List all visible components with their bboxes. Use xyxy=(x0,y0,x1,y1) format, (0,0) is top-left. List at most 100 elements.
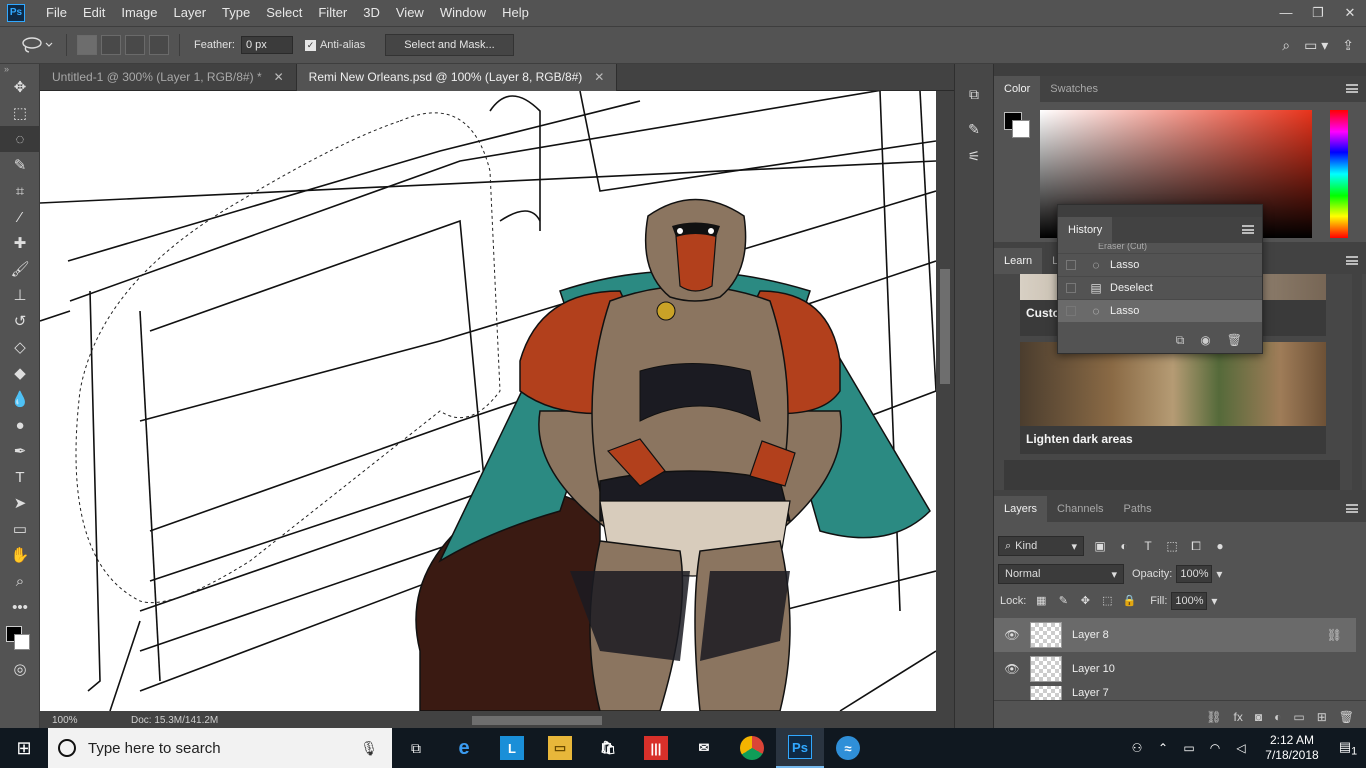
type-tool-icon[interactable]: T xyxy=(0,464,40,490)
type-filter-icon[interactable]: T xyxy=(1140,538,1156,554)
document-canvas[interactable] xyxy=(40,91,936,711)
file-explorer-icon[interactable]: ▭ xyxy=(536,728,584,768)
microphone-icon[interactable]: 🎙 xyxy=(360,740,378,757)
chevron-down-icon[interactable]: ▾ xyxy=(1211,594,1217,608)
search-icon[interactable]: ⌕ xyxy=(1282,37,1290,54)
menu-image[interactable]: Image xyxy=(113,0,165,26)
snapshot-checkbox[interactable] xyxy=(1066,283,1076,293)
browser-app-icon[interactable]: ≈ xyxy=(824,728,872,768)
red-app-icon[interactable]: ||| xyxy=(632,728,680,768)
clone-stamp-tool-icon[interactable]: ⊥ xyxy=(0,282,40,308)
eyedropper-tool-icon[interactable]: ⁄ xyxy=(0,204,40,230)
lock-position-icon[interactable]: ✥ xyxy=(1078,594,1092,608)
visibility-eye-icon[interactable]: 👁 xyxy=(1002,662,1022,676)
collapse-icon[interactable]: » xyxy=(0,64,39,74)
move-tool-icon[interactable]: ✥ xyxy=(0,74,40,100)
brush-settings-icon[interactable]: ✎ xyxy=(955,121,993,138)
3d-icon[interactable]: ⧉ xyxy=(955,86,993,103)
history-item[interactable]: ▤ Deselect xyxy=(1058,276,1262,299)
tab-channels[interactable]: Channels xyxy=(1047,496,1113,522)
tab-paths[interactable]: Paths xyxy=(1114,496,1162,522)
learn-card[interactable] xyxy=(1004,460,1340,490)
l-app-icon[interactable]: L xyxy=(488,728,536,768)
lasso-tool-preset-icon[interactable] xyxy=(18,35,58,55)
tab-learn[interactable]: Learn xyxy=(994,248,1043,274)
panel-menu-icon[interactable] xyxy=(1346,84,1358,93)
history-item[interactable]: ◌ Lasso xyxy=(1058,299,1262,322)
lock-all-icon[interactable]: 🔒 xyxy=(1122,594,1136,608)
close-tab-icon[interactable]: ✕ xyxy=(274,70,284,84)
tab-color[interactable]: Color xyxy=(994,76,1041,102)
layer-row[interactable]: Layer 7 xyxy=(994,686,1356,700)
menu-window[interactable]: Window xyxy=(432,0,494,26)
add-to-selection-button[interactable] xyxy=(101,35,121,55)
lock-transparent-icon[interactable]: ▦ xyxy=(1034,594,1048,608)
mail-icon[interactable]: ✉ xyxy=(680,728,728,768)
menu-3d[interactable]: 3D xyxy=(355,0,388,26)
tab-layers[interactable]: Layers xyxy=(994,496,1048,522)
people-icon[interactable]: ⚇ xyxy=(1124,741,1150,755)
windows-start-icon[interactable]: ⊞ xyxy=(0,728,48,768)
hue-slider[interactable] xyxy=(1330,110,1348,238)
task-view-icon[interactable]: ⧉ xyxy=(392,728,440,768)
share-icon[interactable]: ⇪ xyxy=(1342,37,1354,54)
panel-menu-icon[interactable] xyxy=(1242,225,1254,234)
feather-input[interactable] xyxy=(240,36,293,54)
lock-artboard-icon[interactable]: ⬚ xyxy=(1100,594,1114,608)
close-tab-icon[interactable]: ✕ xyxy=(594,70,604,84)
notification-center-icon[interactable]: ▤1 xyxy=(1330,739,1366,758)
healing-brush-tool-icon[interactable]: ✚ xyxy=(0,230,40,256)
new-document-from-state-icon[interactable]: ⧉ xyxy=(1176,333,1185,348)
taskbar-search[interactable]: Type here to search 🎙 xyxy=(48,728,392,768)
new-group-icon[interactable]: ▭ xyxy=(1293,710,1304,724)
layer-row[interactable]: 👁 Layer 10 xyxy=(994,652,1356,686)
layer-style-icon[interactable]: fx xyxy=(1234,710,1243,724)
new-selection-button[interactable] xyxy=(77,35,97,55)
pixel-filter-icon[interactable]: ▣ xyxy=(1092,538,1108,554)
scrollbar-thumb[interactable] xyxy=(940,269,950,384)
marquee-tool-icon[interactable]: ⬚ xyxy=(0,100,40,126)
restore-button[interactable]: ❐ xyxy=(1302,1,1334,25)
shape-filter-icon[interactable]: ⬚ xyxy=(1164,538,1180,554)
hand-tool-icon[interactable]: ✋ xyxy=(0,542,40,568)
brush-tool-icon[interactable]: 🖌 xyxy=(0,256,40,282)
horizontal-scrollbar[interactable] xyxy=(282,714,942,726)
battery-icon[interactable]: ▭ xyxy=(1176,741,1202,755)
panel-grip[interactable] xyxy=(1058,205,1262,217)
blur-tool-icon[interactable]: 💧 xyxy=(0,386,40,412)
vertical-scrollbar[interactable] xyxy=(936,91,954,711)
tab-remi-new-orleans[interactable]: Remi New Orleans.psd @ 100% (Layer 8, RG… xyxy=(296,63,618,91)
photoshop-taskbar-icon[interactable]: Ps xyxy=(776,728,824,768)
snapshot-checkbox[interactable] xyxy=(1066,260,1076,270)
zoom-level[interactable]: 100% xyxy=(52,715,78,726)
menu-type[interactable]: Type xyxy=(214,0,258,26)
adjustments-icon[interactable]: ⚟ xyxy=(955,148,993,165)
select-and-mask-button[interactable]: Select and Mask... xyxy=(385,34,514,56)
panel-menu-icon[interactable] xyxy=(1346,504,1358,513)
menu-select[interactable]: Select xyxy=(258,0,310,26)
menu-filter[interactable]: Filter xyxy=(310,0,355,26)
path-selection-tool-icon[interactable]: ➤ xyxy=(0,490,40,516)
background-color-swatch[interactable] xyxy=(14,634,30,650)
antialias-checkbox[interactable]: ✓ Anti-alias xyxy=(304,39,365,51)
link-layers-icon[interactable]: ⛓ xyxy=(1206,710,1221,724)
camera-icon[interactable]: ◉ xyxy=(1200,333,1210,347)
tab-history[interactable]: History xyxy=(1058,217,1113,243)
tab-swatches[interactable]: Swatches xyxy=(1040,76,1108,102)
paint-bucket-tool-icon[interactable]: ◆ xyxy=(0,360,40,386)
intersect-selection-button[interactable] xyxy=(149,35,169,55)
blend-mode-select[interactable]: Normal ▾ xyxy=(998,564,1124,584)
adjustment-layer-icon[interactable]: ◐ xyxy=(1274,710,1281,724)
lock-image-icon[interactable]: ✎ xyxy=(1056,594,1070,608)
new-layer-icon[interactable]: ⊞ xyxy=(1317,710,1327,724)
menu-help[interactable]: Help xyxy=(494,0,537,26)
menu-file[interactable]: File xyxy=(38,0,75,26)
add-mask-icon[interactable]: ◙ xyxy=(1255,710,1262,724)
chevron-up-icon[interactable]: ⌃ xyxy=(1150,741,1176,755)
document-size[interactable]: Doc: 15.3M/141.2M xyxy=(131,715,218,726)
workspace-icon[interactable]: ▭ ▾ xyxy=(1304,37,1328,54)
trash-icon[interactable]: 🗑 xyxy=(1339,710,1354,724)
store-icon[interactable]: 🛍 xyxy=(584,728,632,768)
more-tools-icon[interactable]: ••• xyxy=(0,594,40,620)
history-brush-tool-icon[interactable]: ↺ xyxy=(0,308,40,334)
